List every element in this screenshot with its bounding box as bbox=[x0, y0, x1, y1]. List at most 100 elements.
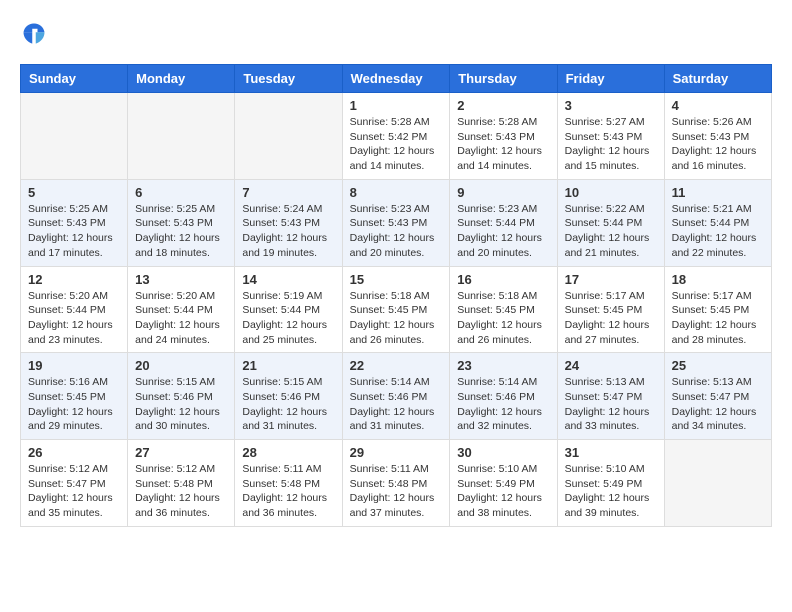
calendar-day-cell: 22 Sunrise: 5:14 AM Sunset: 5:46 PM Dayli… bbox=[342, 353, 450, 440]
day-info: Sunrise: 5:10 AM Sunset: 5:49 PM Dayligh… bbox=[565, 462, 657, 521]
day-info: Sunrise: 5:24 AM Sunset: 5:43 PM Dayligh… bbox=[242, 202, 334, 261]
calendar-week-row: 26 Sunrise: 5:12 AM Sunset: 5:47 PM Dayli… bbox=[21, 440, 772, 527]
day-header: Tuesday bbox=[235, 65, 342, 93]
day-number: 15 bbox=[350, 272, 443, 287]
day-number: 20 bbox=[135, 358, 227, 373]
day-info: Sunrise: 5:26 AM Sunset: 5:43 PM Dayligh… bbox=[672, 115, 764, 174]
day-number: 11 bbox=[672, 185, 764, 200]
day-number: 28 bbox=[242, 445, 334, 460]
calendar-day-cell: 21 Sunrise: 5:15 AM Sunset: 5:46 PM Dayli… bbox=[235, 353, 342, 440]
day-number: 30 bbox=[457, 445, 549, 460]
calendar-day-cell: 4 Sunrise: 5:26 AM Sunset: 5:43 PM Daylig… bbox=[664, 93, 771, 180]
day-info: Sunrise: 5:23 AM Sunset: 5:43 PM Dayligh… bbox=[350, 202, 443, 261]
calendar-day-cell bbox=[21, 93, 128, 180]
day-number: 19 bbox=[28, 358, 120, 373]
calendar-week-row: 12 Sunrise: 5:20 AM Sunset: 5:44 PM Dayli… bbox=[21, 266, 772, 353]
page-header bbox=[20, 20, 772, 48]
calendar-day-cell bbox=[128, 93, 235, 180]
day-info: Sunrise: 5:21 AM Sunset: 5:44 PM Dayligh… bbox=[672, 202, 764, 261]
day-number: 25 bbox=[672, 358, 764, 373]
calendar-day-cell: 18 Sunrise: 5:17 AM Sunset: 5:45 PM Dayli… bbox=[664, 266, 771, 353]
day-number: 5 bbox=[28, 185, 120, 200]
day-number: 22 bbox=[350, 358, 443, 373]
calendar-day-cell: 24Sunrise: 5:13 AM Sunset: 5:47 PM Dayli… bbox=[557, 353, 664, 440]
day-number: 14 bbox=[242, 272, 334, 287]
day-number: 16 bbox=[457, 272, 549, 287]
calendar-day-cell: 20 Sunrise: 5:15 AM Sunset: 5:46 PM Dayli… bbox=[128, 353, 235, 440]
day-number: 2 bbox=[457, 98, 549, 113]
calendar-day-cell bbox=[664, 440, 771, 527]
calendar-day-cell: 26 Sunrise: 5:12 AM Sunset: 5:47 PM Dayli… bbox=[21, 440, 128, 527]
calendar-day-cell: 9Sunrise: 5:23 AM Sunset: 5:44 PM Daylig… bbox=[450, 179, 557, 266]
day-info: Sunrise: 5:14 AM Sunset: 5:46 PM Dayligh… bbox=[350, 375, 443, 434]
day-info: Sunrise: 5:23 AM Sunset: 5:44 PM Dayligh… bbox=[457, 202, 549, 261]
day-header: Thursday bbox=[450, 65, 557, 93]
calendar-week-row: 19 Sunrise: 5:16 AM Sunset: 5:45 PM Dayli… bbox=[21, 353, 772, 440]
logo-icon bbox=[20, 20, 48, 48]
day-number: 27 bbox=[135, 445, 227, 460]
day-number: 6 bbox=[135, 185, 227, 200]
day-info: Sunrise: 5:17 AM Sunset: 5:45 PM Dayligh… bbox=[565, 289, 657, 348]
day-number: 4 bbox=[672, 98, 764, 113]
day-info: Sunrise: 5:12 AM Sunset: 5:48 PM Dayligh… bbox=[135, 462, 227, 521]
day-info: Sunrise: 5:15 AM Sunset: 5:46 PM Dayligh… bbox=[242, 375, 334, 434]
day-number: 23 bbox=[457, 358, 549, 373]
day-number: 8 bbox=[350, 185, 443, 200]
calendar-day-cell: 5 Sunrise: 5:25 AM Sunset: 5:43 PM Daylig… bbox=[21, 179, 128, 266]
day-info: Sunrise: 5:16 AM Sunset: 5:45 PM Dayligh… bbox=[28, 375, 120, 434]
calendar-table: SundayMondayTuesdayWednesdayThursdayFrid… bbox=[20, 64, 772, 527]
day-number: 10 bbox=[565, 185, 657, 200]
calendar-day-cell: 19 Sunrise: 5:16 AM Sunset: 5:45 PM Dayli… bbox=[21, 353, 128, 440]
day-info: Sunrise: 5:28 AM Sunset: 5:43 PM Dayligh… bbox=[457, 115, 549, 174]
day-number: 1 bbox=[350, 98, 443, 113]
calendar-day-cell: 3Sunrise: 5:27 AM Sunset: 5:43 PM Daylig… bbox=[557, 93, 664, 180]
day-number: 17 bbox=[565, 272, 657, 287]
day-info: Sunrise: 5:20 AM Sunset: 5:44 PM Dayligh… bbox=[28, 289, 120, 348]
day-number: 21 bbox=[242, 358, 334, 373]
day-header: Saturday bbox=[664, 65, 771, 93]
calendar-day-cell: 31Sunrise: 5:10 AM Sunset: 5:49 PM Dayli… bbox=[557, 440, 664, 527]
calendar-day-cell: 23 Sunrise: 5:14 AM Sunset: 5:46 PM Dayli… bbox=[450, 353, 557, 440]
day-number: 18 bbox=[672, 272, 764, 287]
calendar-day-cell: 25Sunrise: 5:13 AM Sunset: 5:47 PM Dayli… bbox=[664, 353, 771, 440]
calendar-day-cell: 16 Sunrise: 5:18 AM Sunset: 5:45 PM Dayli… bbox=[450, 266, 557, 353]
calendar-day-cell: 13Sunrise: 5:20 AM Sunset: 5:44 PM Dayli… bbox=[128, 266, 235, 353]
day-info: Sunrise: 5:15 AM Sunset: 5:46 PM Dayligh… bbox=[135, 375, 227, 434]
calendar-day-cell: 29Sunrise: 5:11 AM Sunset: 5:48 PM Dayli… bbox=[342, 440, 450, 527]
day-number: 3 bbox=[565, 98, 657, 113]
day-number: 12 bbox=[28, 272, 120, 287]
calendar-day-cell: 14 Sunrise: 5:19 AM Sunset: 5:44 PM Dayli… bbox=[235, 266, 342, 353]
day-number: 29 bbox=[350, 445, 443, 460]
day-number: 24 bbox=[565, 358, 657, 373]
calendar-day-cell: 1 Sunrise: 5:28 AM Sunset: 5:42 PM Daylig… bbox=[342, 93, 450, 180]
day-info: Sunrise: 5:17 AM Sunset: 5:45 PM Dayligh… bbox=[672, 289, 764, 348]
calendar-header-row: SundayMondayTuesdayWednesdayThursdayFrid… bbox=[21, 65, 772, 93]
day-number: 7 bbox=[242, 185, 334, 200]
calendar-day-cell: 27 Sunrise: 5:12 AM Sunset: 5:48 PM Dayli… bbox=[128, 440, 235, 527]
calendar-week-row: 5 Sunrise: 5:25 AM Sunset: 5:43 PM Daylig… bbox=[21, 179, 772, 266]
day-header: Wednesday bbox=[342, 65, 450, 93]
day-info: Sunrise: 5:10 AM Sunset: 5:49 PM Dayligh… bbox=[457, 462, 549, 521]
calendar-day-cell: 11 Sunrise: 5:21 AM Sunset: 5:44 PM Dayli… bbox=[664, 179, 771, 266]
day-info: Sunrise: 5:25 AM Sunset: 5:43 PM Dayligh… bbox=[28, 202, 120, 261]
day-number: 13 bbox=[135, 272, 227, 287]
calendar-day-cell: 2 Sunrise: 5:28 AM Sunset: 5:43 PM Daylig… bbox=[450, 93, 557, 180]
day-header: Monday bbox=[128, 65, 235, 93]
calendar-day-cell: 7 Sunrise: 5:24 AM Sunset: 5:43 PM Daylig… bbox=[235, 179, 342, 266]
calendar-day-cell: 17 Sunrise: 5:17 AM Sunset: 5:45 PM Dayli… bbox=[557, 266, 664, 353]
day-info: Sunrise: 5:14 AM Sunset: 5:46 PM Dayligh… bbox=[457, 375, 549, 434]
day-info: Sunrise: 5:18 AM Sunset: 5:45 PM Dayligh… bbox=[350, 289, 443, 348]
calendar-week-row: 1 Sunrise: 5:28 AM Sunset: 5:42 PM Daylig… bbox=[21, 93, 772, 180]
day-info: Sunrise: 5:12 AM Sunset: 5:47 PM Dayligh… bbox=[28, 462, 120, 521]
calendar-day-cell: 30 Sunrise: 5:10 AM Sunset: 5:49 PM Dayli… bbox=[450, 440, 557, 527]
day-info: Sunrise: 5:11 AM Sunset: 5:48 PM Dayligh… bbox=[242, 462, 334, 521]
day-info: Sunrise: 5:22 AM Sunset: 5:44 PM Dayligh… bbox=[565, 202, 657, 261]
day-info: Sunrise: 5:19 AM Sunset: 5:44 PM Dayligh… bbox=[242, 289, 334, 348]
day-number: 26 bbox=[28, 445, 120, 460]
calendar-day-cell: 10 Sunrise: 5:22 AM Sunset: 5:44 PM Dayli… bbox=[557, 179, 664, 266]
day-info: Sunrise: 5:18 AM Sunset: 5:45 PM Dayligh… bbox=[457, 289, 549, 348]
calendar-day-cell: 8 Sunrise: 5:23 AM Sunset: 5:43 PM Daylig… bbox=[342, 179, 450, 266]
day-info: Sunrise: 5:28 AM Sunset: 5:42 PM Dayligh… bbox=[350, 115, 443, 174]
day-header: Sunday bbox=[21, 65, 128, 93]
day-info: Sunrise: 5:25 AM Sunset: 5:43 PM Dayligh… bbox=[135, 202, 227, 261]
